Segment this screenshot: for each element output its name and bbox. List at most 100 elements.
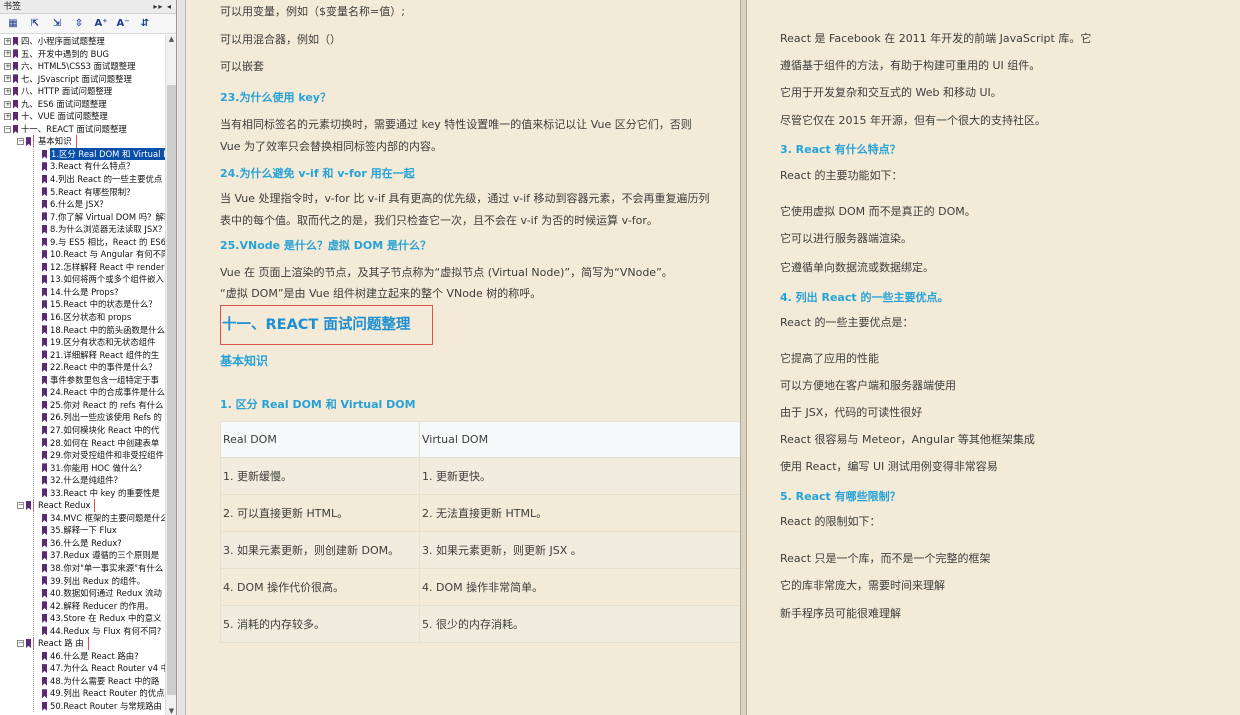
bookmark-item[interactable]: + 八、HTTP 面试问题整理 xyxy=(0,85,165,98)
bookmark-item[interactable]: 48.为什么需要 React 中的路 xyxy=(0,675,165,688)
panel-collapse-controls[interactable]: ▸▸ ◂ xyxy=(153,0,172,14)
bookmark-item[interactable]: 26.列出一些应该使用 Refs 的 xyxy=(0,411,165,424)
bookmark-label: 38.你对"单一事实来源"有什么 xyxy=(50,562,164,573)
bookmark-item[interactable]: 39.列出 Redux 的组件。 xyxy=(0,575,165,588)
bookmark-icon xyxy=(42,212,47,222)
bookmark-item[interactable]: 1.区分 Real DOM 和 Virtual DOM xyxy=(0,147,165,161)
bookmark-group[interactable]: − React 路 由 xyxy=(0,637,165,650)
bookmark-group[interactable]: − 基本知识 xyxy=(0,135,165,148)
bookmark-item[interactable]: 13.如何将两个或多个组件嵌入 xyxy=(0,273,165,286)
bookmark-item[interactable]: 21.详细解释 React 组件的生 xyxy=(0,349,165,362)
bookmark-item[interactable]: 50.React Router 与常规路由 xyxy=(0,700,165,713)
scrollbar-thumb[interactable] xyxy=(167,85,176,695)
collapse-icon[interactable]: − xyxy=(17,502,24,509)
bookmark-item[interactable]: + 七、JSvascript 面试问题整理 xyxy=(0,73,165,86)
expand-icon[interactable]: + xyxy=(4,62,11,70)
bookmark-label: 48.为什么需要 React 中的路 xyxy=(50,675,160,686)
bookmark-item[interactable]: 6.什么是 JSX？ xyxy=(0,198,165,211)
bookmark-icon xyxy=(42,513,47,523)
bookmark-item[interactable]: − 十一、REACT 面试问题整理 xyxy=(0,123,165,136)
bookmark-item[interactable]: 28.如何在 React 中创建表单 xyxy=(0,437,165,450)
scroll-down-icon[interactable]: ▼ xyxy=(166,707,176,715)
expand-icon[interactable]: + xyxy=(4,50,11,58)
expand-icon[interactable]: + xyxy=(4,87,11,95)
bookmark-item[interactable]: 35.解释一下 Flux xyxy=(0,524,165,537)
bookmark-item[interactable]: 16.区分状态和 props xyxy=(0,311,165,324)
bookmark-item[interactable]: 24.React 中的合成事件是什么 xyxy=(0,386,165,399)
panel-splitter[interactable] xyxy=(178,0,186,715)
bookmark-label: 29.你对受控组件和非受控组件 xyxy=(50,450,164,461)
bookmark-item[interactable]: + 十、VUE 面试问题整理 xyxy=(0,110,165,123)
bookmark-icon xyxy=(42,187,47,197)
bookmark-label: 7.你了解 Virtual DOM 吗？解释 xyxy=(50,211,165,222)
bookmark-label: 34.MVC 框架的主要问题是什么 xyxy=(50,512,165,523)
bookmark-item[interactable]: 27.如何模块化 React 中的代 xyxy=(0,424,165,437)
question-heading: 24.为什么避免 v-if 和 v-for 用在一起 xyxy=(220,167,415,180)
collapse-icon[interactable]: − xyxy=(17,138,24,146)
bookmark-label: 5.React 有哪些限制？ xyxy=(50,186,135,197)
bookmark-label: 事件参数里包含一组特定于事 xyxy=(50,374,159,385)
expand-icon[interactable]: + xyxy=(4,37,11,45)
bookmark-group[interactable]: − React Redux xyxy=(0,499,165,512)
font-decrease-icon[interactable]: A⁻ xyxy=(114,16,132,32)
bookmark-icon xyxy=(13,74,18,84)
bookmark-label: 十一、REACT 面试问题整理 xyxy=(21,123,127,134)
bookmark-item[interactable]: 43.Store 在 Redux 中的意义 xyxy=(0,612,165,625)
collapse-icon[interactable]: − xyxy=(17,640,24,648)
bookmark-item[interactable]: 36.什么是 Redux? xyxy=(0,537,165,550)
bookmark-item[interactable]: 22.React 中的事件是什么？ xyxy=(0,361,165,374)
bookmark-item[interactable]: 32.什么是纯组件？ xyxy=(0,474,165,487)
bookmark-label: 四、小程序面试题整理 xyxy=(21,36,105,46)
paragraph: Vue 在 页面上渲染的节点，及其子节点称为“虚拟节点 (Virtual Nod… xyxy=(220,266,673,279)
bookmark-item[interactable]: 37.Redux 遵循的三个原则是 xyxy=(0,549,165,562)
bookmark-expand-icon[interactable]: ⇵ xyxy=(136,16,154,32)
bookmarks-panel-title: 书签 xyxy=(3,2,22,12)
bookmark-item[interactable]: 38.你对"单一事实来源"有什么 xyxy=(0,562,165,575)
bookmark-icon xyxy=(42,689,47,699)
bookmark-item[interactable]: + 四、小程序面试题整理 xyxy=(0,35,165,48)
bookmark-item[interactable]: 42.解释 Reducer 的作用。 xyxy=(0,600,165,613)
bookmark-icon xyxy=(26,639,31,649)
bookmark-item[interactable]: 15.React 中的状态是什么？ xyxy=(0,298,165,311)
bookmark-item[interactable]: 4.列出 React 的一些主要优点 xyxy=(0,173,165,186)
bookmark-tree-scrollbar[interactable]: ▲ ▼ xyxy=(165,35,176,715)
bookmark-item[interactable]: + 六、HTML5\CSS3 面试题整理 xyxy=(0,60,165,73)
font-increase-icon[interactable]: A⁺ xyxy=(92,16,110,32)
bookmark-item[interactable]: 事件参数里包含一组特定于事 xyxy=(0,374,165,387)
bookmark-item[interactable]: 10.React 与 Angular 有何不同 xyxy=(0,248,165,261)
bookmark-item[interactable]: + 五、开发中遇到的 BUG xyxy=(0,48,165,61)
collapse-icon[interactable]: − xyxy=(4,125,11,133)
bookmark-item[interactable]: 19.区分有状态和无状态组件 xyxy=(0,336,165,349)
expand-icon[interactable]: + xyxy=(4,75,11,83)
bookmark-item[interactable]: + 九、ES6 面试问题整理 xyxy=(0,98,165,111)
expand-icon[interactable]: + xyxy=(4,113,11,121)
bookmark-label: 25.你对 React 的 refs 有什么 xyxy=(50,399,164,410)
bookmark-item[interactable]: 14.什么是 Props? xyxy=(0,286,165,299)
bookmark-item[interactable]: 49.列出 React Router 的优点 xyxy=(0,687,165,700)
bookmark-properties-icon[interactable]: ⇳ xyxy=(70,16,88,32)
bookmark-jump-icon[interactable]: ⇱ xyxy=(26,16,44,32)
bookmark-item[interactable]: 44.Redux 与 Flux 有何不同? xyxy=(0,625,165,638)
bookmark-item[interactable]: 9.与 ES5 相比，React 的 ES6 xyxy=(0,236,165,249)
bookmark-item[interactable]: 47.为什么 React Router v4 中 xyxy=(0,662,165,675)
bookmark-item[interactable]: 40.数据如何通过 Redux 流动 xyxy=(0,587,165,600)
bookmark-item[interactable]: 3.React 有什么特点？ xyxy=(0,160,165,173)
bookmark-item[interactable]: 31.你能用 HOC 做什么？ xyxy=(0,462,165,475)
expand-icon[interactable]: + xyxy=(4,100,11,108)
bookmark-item[interactable]: 18.React 中的箭头函数是什么 xyxy=(0,324,165,337)
bookmark-item[interactable]: 33.React 中 key 的重要性是 xyxy=(0,487,165,500)
bookmark-item[interactable]: 8.为什么浏览器无法读取 JSX？ xyxy=(0,223,165,236)
bookmark-item[interactable]: 29.你对受控组件和非受控组件 xyxy=(0,449,165,462)
bookmark-item[interactable]: 46.什么是 React 路由? xyxy=(0,650,165,663)
outline-view-icon[interactable]: ▦ xyxy=(4,16,22,32)
bookmark-add-icon[interactable]: ⇲ xyxy=(48,16,66,32)
bookmark-item[interactable]: 12.怎样解释 React 中 render xyxy=(0,261,165,274)
bookmark-label: 37.Redux 遵循的三个原则是 xyxy=(50,550,160,561)
scroll-up-icon[interactable]: ▲ xyxy=(166,35,176,43)
bookmark-icon xyxy=(42,362,47,372)
bookmark-item[interactable]: 25.你对 React 的 refs 有什么 xyxy=(0,399,165,412)
bookmark-item[interactable]: 7.你了解 Virtual DOM 吗？解释 xyxy=(0,211,165,224)
bookmark-item[interactable]: 34.MVC 框架的主要问题是什么 xyxy=(0,512,165,525)
bookmark-item[interactable]: 5.React 有哪些限制？ xyxy=(0,186,165,199)
bookmarks-panel: 书签 ▸▸ ◂ ▦ ⇱ ⇲ ⇳ A⁺ A⁻ ⇵ + 四、小程序面试题整理 + 五、开发中遇到的 B… xyxy=(0,0,177,715)
